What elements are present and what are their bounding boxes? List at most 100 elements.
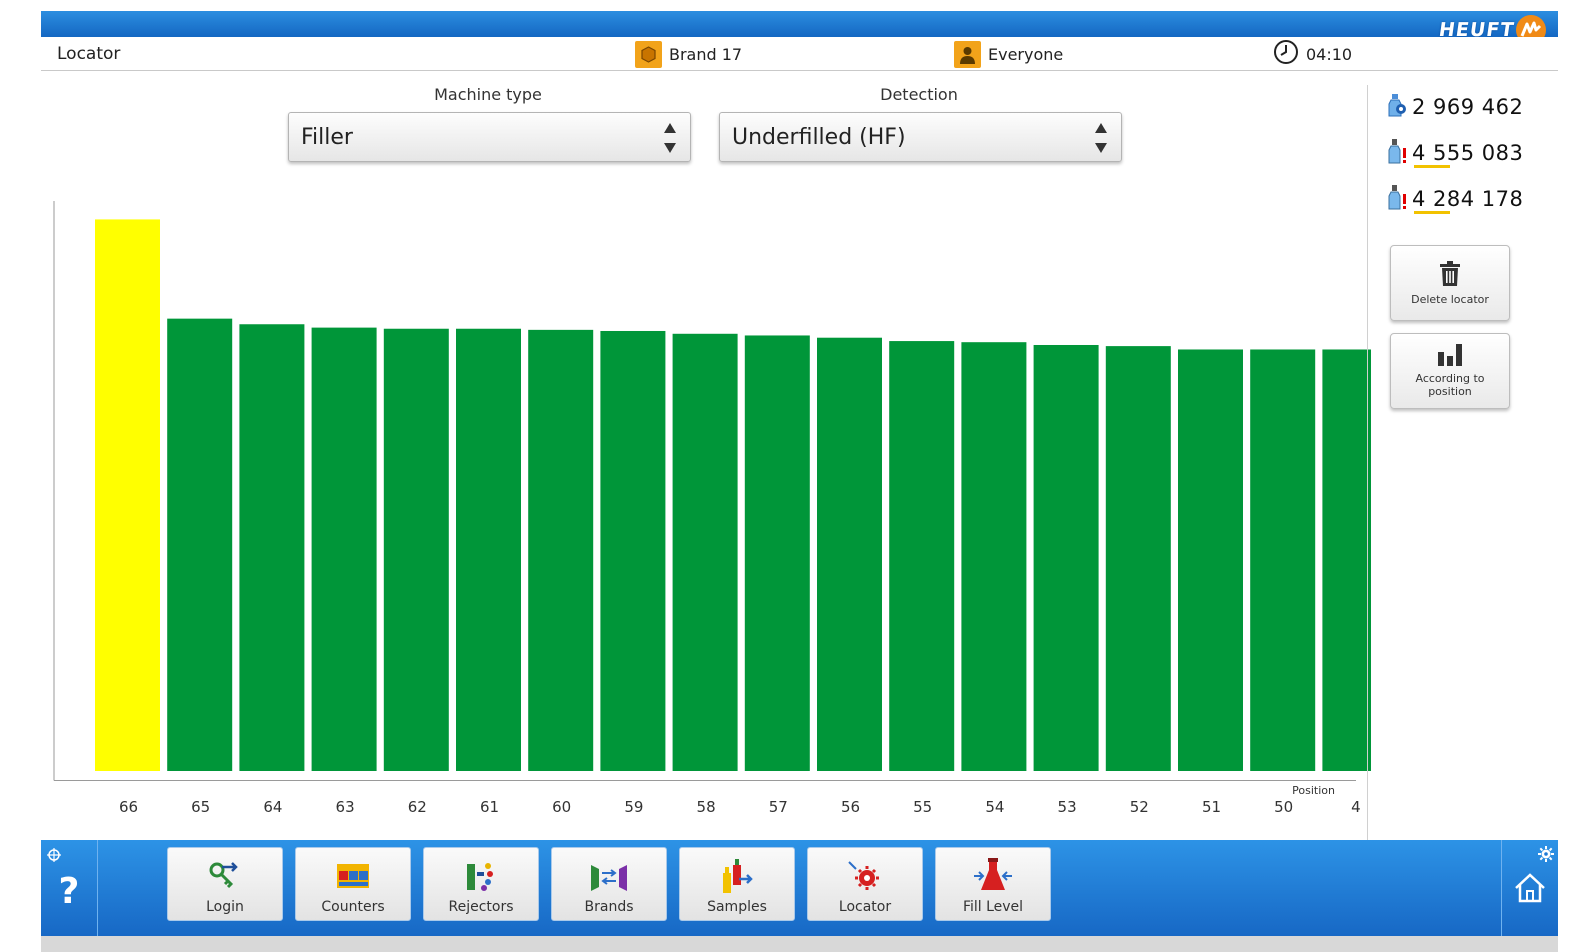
chart-bar	[744, 335, 810, 771]
chart-bar	[311, 327, 377, 771]
user-icon	[954, 40, 981, 68]
nav-login-button[interactable]: Login	[167, 847, 283, 921]
samples-icon	[719, 859, 755, 893]
counter-value: 2 969 462	[1412, 95, 1524, 119]
x-tick-label: 56	[841, 798, 860, 816]
top-band: HEUFT	[41, 11, 1558, 45]
help-icon: ?	[58, 870, 80, 912]
x-tick-label: 60	[552, 798, 571, 816]
according-to-position-label: According to position	[1415, 372, 1485, 398]
settings-gear-icon	[1538, 846, 1554, 862]
counter-text: 4 555 083	[1412, 141, 1524, 165]
x-tick-label: 55	[913, 798, 932, 816]
page-title: Locator	[57, 44, 121, 64]
counter-rejected-1: 4 555 083	[1388, 138, 1523, 168]
chart-bar	[528, 329, 594, 771]
fill-level-icon	[973, 858, 1013, 893]
chart-bar	[600, 330, 666, 771]
counter-inspected: 2 969 462	[1388, 92, 1523, 122]
nav-label: Brands	[584, 899, 634, 915]
bottom-strip	[41, 936, 1558, 952]
bottle-reject-icon	[1388, 184, 1408, 215]
x-tick-label: 59	[624, 798, 643, 816]
bar-chart-icon	[1438, 344, 1462, 366]
nav-label: Login	[206, 899, 244, 915]
x-tick-label: 53	[1058, 798, 1077, 816]
screen: HEUFT Locator Brand 17 Everyone 04:10 Ma…	[41, 11, 1558, 952]
chart-bar	[1322, 349, 1371, 771]
counter-text: 4 284 178	[1412, 187, 1524, 211]
x-tick-label: 65	[191, 798, 210, 816]
time-label: 04:10	[1306, 44, 1353, 64]
chart-bar	[1178, 349, 1243, 771]
counter-value: 4 555 083	[1412, 141, 1524, 168]
x-tick-label: 63	[336, 798, 355, 816]
counter-underline	[1414, 165, 1450, 168]
x-tick-label: 62	[408, 798, 427, 816]
clock-icon	[1273, 39, 1299, 69]
chart-bar	[383, 328, 449, 771]
x-tick-label: 51	[1202, 798, 1221, 816]
nav-label: Fill Level	[962, 899, 1024, 915]
bottle-gear-icon	[1388, 92, 1408, 123]
key-arrow-icon	[208, 859, 242, 893]
x-tick-label: 66	[119, 798, 138, 816]
trash-icon	[1440, 260, 1460, 286]
user-indicator[interactable]: Everyone	[954, 40, 1063, 68]
chart-bar	[167, 318, 233, 771]
nav-label: Samples	[707, 899, 767, 915]
according-to-position-button[interactable]: According to position	[1390, 333, 1510, 409]
brand-indicator[interactable]: Brand 17	[635, 40, 742, 68]
x-tick-label: 54	[985, 798, 1004, 816]
nav-rejectors-button[interactable]: Rejectors	[423, 847, 539, 921]
nav-label: Counters	[321, 899, 385, 915]
x-tick-label: 57	[769, 798, 788, 816]
nav-brands-button[interactable]: Brands	[551, 847, 667, 921]
machine-type-select[interactable]: Filler	[288, 112, 691, 162]
chart-bar	[456, 328, 521, 771]
nav-fill-level-button[interactable]: Fill Level	[935, 847, 1051, 921]
chart-bar	[961, 342, 1027, 771]
chart-bar	[1250, 349, 1316, 771]
nav-label: Rejectors	[448, 899, 514, 915]
delete-locator-button[interactable]: Delete locator	[1390, 245, 1510, 321]
delete-locator-label: Delete locator	[1411, 292, 1489, 306]
chart-svg: 66 65 64 63 62 61 60 59 58 57 56 55 54 53 52 51 50 4 Posit…	[53, 201, 1371, 816]
right-panel: 2 969 462 4 555 083 4 284 178 Delete loc…	[1367, 85, 1558, 841]
x-tick-label: 61	[480, 798, 499, 816]
x-axis-label: Position	[1292, 784, 1335, 797]
spinner-arrows-icon	[664, 123, 676, 153]
chart-bar	[817, 337, 882, 771]
x-tick-label: 50	[1274, 798, 1293, 816]
crosshair-icon	[47, 848, 61, 862]
x-tick-label: 58	[697, 798, 716, 816]
time-indicator: 04:10	[1273, 40, 1352, 68]
status-bar: Locator Brand 17 Everyone 04:10	[41, 37, 1558, 71]
brand-icon	[635, 40, 662, 68]
detection-select[interactable]: Underfilled (HF)	[719, 112, 1122, 162]
chart-bar	[1105, 346, 1171, 771]
home-button[interactable]	[1501, 840, 1558, 936]
nav-samples-button[interactable]: Samples	[679, 847, 795, 921]
counters-icon	[335, 859, 371, 893]
counter-rejected-2: 4 284 178	[1388, 184, 1523, 214]
chart-bar	[239, 324, 305, 771]
rejectors-icon	[464, 859, 498, 893]
chart-bar	[1033, 344, 1099, 771]
help-button[interactable]: ?	[41, 840, 98, 936]
nav-locator-button[interactable]: Locator	[807, 847, 923, 921]
counter-underline	[1414, 211, 1450, 214]
locator-chart[interactable]: 66 65 64 63 62 61 60 59 58 57 56 55 54 53 52 51 50 4 Posit…	[41, 197, 1371, 827]
user-label: Everyone	[988, 44, 1064, 64]
bottom-nav-bar: ? Login Counters Rejectors Brands Sample…	[41, 840, 1558, 936]
nav-counters-button[interactable]: Counters	[295, 847, 411, 921]
spinner-arrows-icon	[1095, 123, 1107, 153]
nav-label: Locator	[838, 899, 892, 915]
locator-gear-icon	[847, 859, 883, 893]
chart-bar	[889, 341, 955, 771]
x-tick-label: 64	[263, 798, 282, 816]
machine-type-label: Machine type	[434, 85, 542, 104]
home-icon	[1515, 873, 1545, 903]
x-tick-label: 4	[1351, 798, 1361, 816]
bottle-reject-icon	[1388, 138, 1408, 169]
